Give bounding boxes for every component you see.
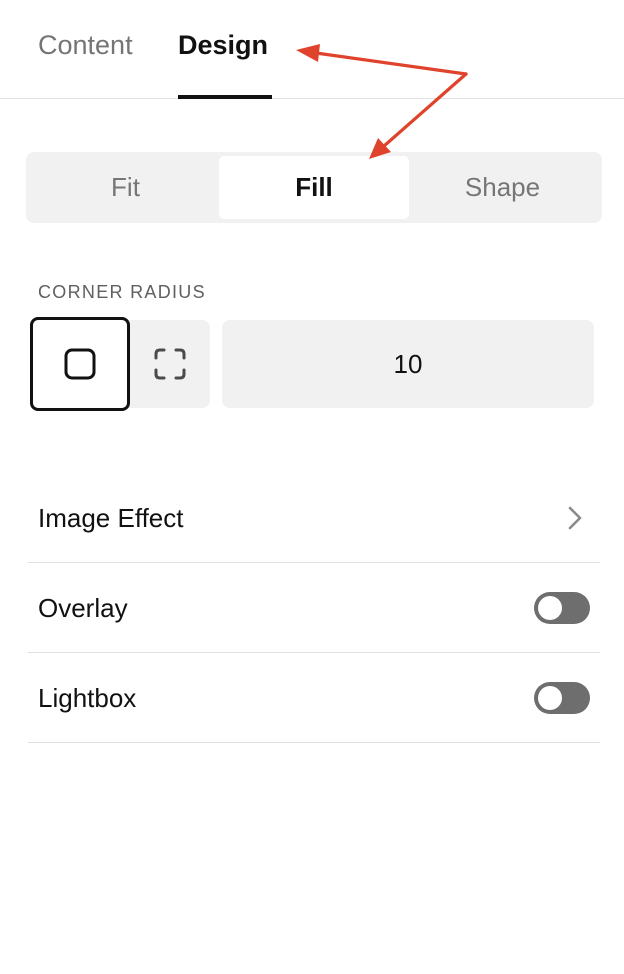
lightbox-label: Lightbox [38,683,137,713]
overlay-toggle[interactable] [534,592,590,624]
fill-mode-segmented-control: Fit Fill Shape [26,152,602,223]
individual-corners-button[interactable] [130,320,210,408]
panel-tabs: Content Design [0,0,624,99]
tab-content[interactable]: Content [38,28,133,62]
segment-shape[interactable]: Shape [409,156,596,219]
corner-radius-label: CORNER RADIUS [38,282,206,302]
overlay-label: Overlay [38,593,128,623]
tab-design[interactable]: Design [178,28,268,62]
overlay-row: Overlay [28,563,600,653]
rounded-square-icon [64,348,96,380]
toggle-knob [538,596,562,620]
segment-fit[interactable]: Fit [32,156,219,219]
individual-corners-icon [154,348,186,380]
chevron-right-icon [568,506,582,530]
image-effect-row[interactable]: Image Effect [28,473,600,563]
corner-radius-mode-group [30,317,210,411]
lightbox-toggle[interactable] [534,682,590,714]
toggle-knob [538,686,562,710]
lightbox-row: Lightbox [28,653,600,743]
uniform-corners-button[interactable] [30,317,130,411]
image-effect-label: Image Effect [38,503,184,533]
segment-fill[interactable]: Fill [219,156,409,219]
active-tab-indicator [178,95,272,99]
corner-radius-input[interactable]: 10 [222,320,594,408]
